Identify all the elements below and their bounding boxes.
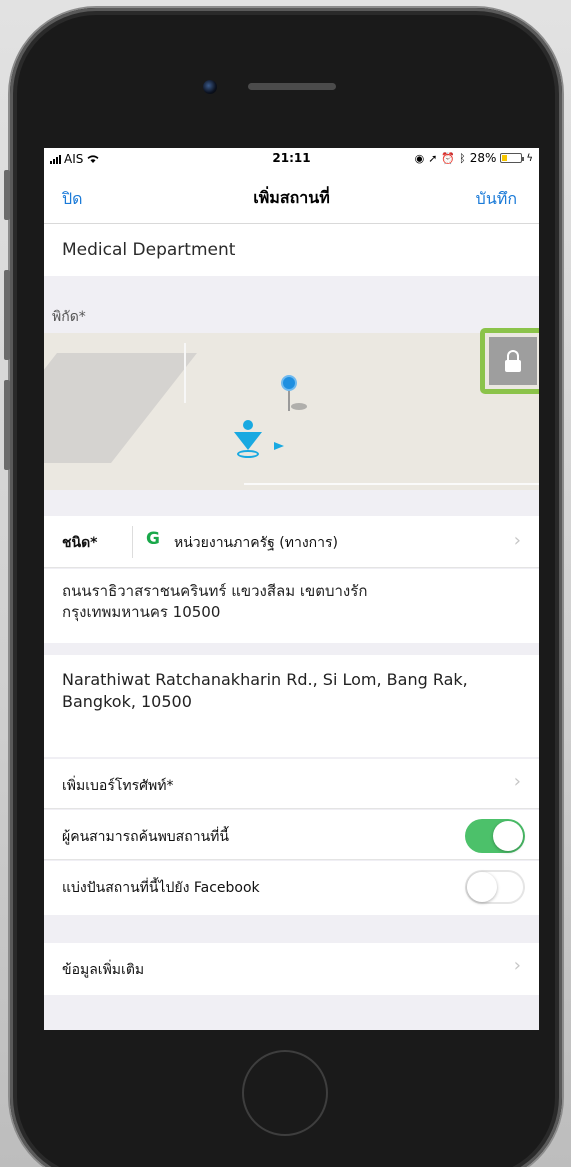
discoverable-label: ผู้คนสามารถค้นพบสถานที่นี้ bbox=[62, 829, 229, 845]
location-map[interactable] bbox=[44, 333, 539, 490]
navigation-bar: ปิด เพิ่มสถานที่ บันทึก bbox=[44, 170, 539, 224]
chevron-right-icon: › bbox=[513, 771, 521, 792]
volume-down-button bbox=[4, 380, 10, 470]
chevron-right-icon: › bbox=[513, 955, 521, 976]
volume-up-button bbox=[4, 270, 10, 360]
type-row[interactable]: ชนิด* G หน่วยงานภาครัฐ (ทางการ) › bbox=[44, 516, 539, 568]
add-phone-label: เพิ่มเบอร์โทรศัพท์* bbox=[62, 778, 174, 794]
place-name-field[interactable]: Medical Department bbox=[44, 224, 539, 276]
government-category-icon: G bbox=[146, 529, 160, 549]
battery-percent: 28% bbox=[469, 151, 497, 165]
coordinates-label: พิกัด* bbox=[52, 309, 86, 325]
more-info-row[interactable]: ข้อมูลเพิ่มเติม › bbox=[44, 943, 539, 995]
add-phone-row[interactable]: เพิ่มเบอร์โทรศัพท์* › bbox=[44, 759, 539, 809]
home-button[interactable] bbox=[242, 1050, 328, 1136]
thai-address-field[interactable]: ถนนราธิวาสราชนครินทร์ แขวงสีลม เขตบางรัก… bbox=[44, 569, 539, 643]
lock-icon bbox=[489, 337, 537, 385]
location-arrow-icon: ➚ bbox=[428, 151, 438, 165]
share-facebook-toggle[interactable] bbox=[465, 870, 525, 904]
lock-rotation-icon: ◉ bbox=[414, 151, 425, 165]
status-right: ◉ ➚ ⏰ ᛒ 28% ϟ bbox=[415, 151, 533, 165]
type-value: หน่วยงานภาครัฐ (ทางการ) bbox=[174, 535, 338, 551]
english-address-line1: Narathiwat Ratchanakharin Rd., Si Lom, B… bbox=[62, 670, 468, 689]
page-title: เพิ่มสถานที่ bbox=[253, 188, 330, 207]
screen: AIS 21:11 ◉ ➚ ⏰ ᛒ 28% ϟ ปิด เพิ่มสถานที่… bbox=[44, 148, 539, 1030]
map-road bbox=[244, 483, 539, 485]
type-label: ชนิด* bbox=[62, 535, 98, 551]
map-land-area bbox=[44, 353, 197, 463]
save-button[interactable]: บันทึก bbox=[476, 187, 517, 212]
share-facebook-row: แบ่งปันสถานที่นี้ไปยัง Facebook bbox=[44, 861, 539, 915]
map-road bbox=[184, 343, 186, 403]
english-address-line2: Bangkok, 10500 bbox=[62, 692, 192, 711]
english-address-field[interactable]: Narathiwat Ratchanakharin Rd., Si Lom, B… bbox=[44, 655, 539, 757]
share-facebook-label: แบ่งปันสถานที่นี้ไปยัง Facebook bbox=[62, 880, 260, 896]
map-lock-button[interactable] bbox=[480, 328, 539, 394]
status-bar: AIS 21:11 ◉ ➚ ⏰ ᛒ 28% ϟ bbox=[44, 148, 539, 170]
charging-icon: ϟ bbox=[526, 152, 533, 164]
more-info-label: ข้อมูลเพิ่มเติม bbox=[62, 962, 145, 978]
battery-icon bbox=[500, 153, 525, 163]
heading-arrow-icon bbox=[274, 442, 284, 450]
front-camera bbox=[203, 80, 217, 94]
thai-address-line2: กรุงเทพมหานคร 10500 bbox=[62, 603, 221, 621]
map-pin-icon[interactable] bbox=[281, 375, 307, 411]
chevron-right-icon: › bbox=[513, 530, 521, 551]
thai-address-line1: ถนนราธิวาสราชนครินทร์ แขวงสีลม เขตบางรัก bbox=[62, 582, 368, 600]
divider bbox=[132, 526, 133, 558]
mute-switch bbox=[4, 170, 10, 220]
discoverable-row: ผู้คนสามารถค้นพบสถานที่นี้ bbox=[44, 810, 539, 860]
alarm-icon: ⏰ bbox=[441, 151, 456, 165]
bluetooth-icon: ᛒ bbox=[459, 151, 466, 165]
discoverable-toggle[interactable] bbox=[465, 819, 525, 853]
earpiece-speaker bbox=[248, 83, 336, 90]
battery-fill bbox=[502, 155, 508, 161]
